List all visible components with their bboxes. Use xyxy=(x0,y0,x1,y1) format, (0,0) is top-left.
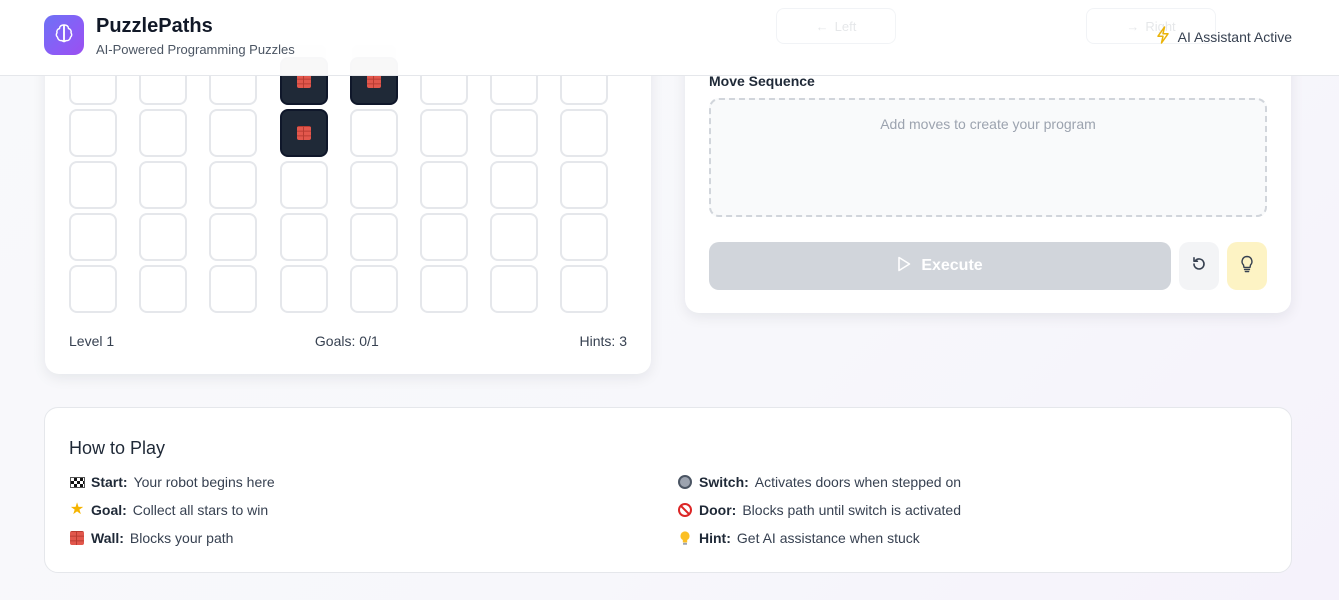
switch-icon xyxy=(677,474,693,490)
grid-cell[interactable] xyxy=(420,265,468,313)
grid-cell[interactable] xyxy=(490,109,539,157)
legend-switch: Switch: Activates doors when stepped on xyxy=(677,474,961,490)
goals-counter: Goals: 0/1 xyxy=(314,333,379,349)
brick-icon xyxy=(69,530,85,546)
grid-cell[interactable] xyxy=(349,161,398,209)
grid-cell[interactable] xyxy=(560,161,609,209)
lightning-bolt-icon xyxy=(1156,26,1170,47)
app-header: ← Left → Right PuzzlePaths AI-Powered Pr… xyxy=(0,0,1339,76)
grid-cell[interactable] xyxy=(560,265,609,313)
grid-cell[interactable] xyxy=(279,161,328,209)
arrow-right-icon: → xyxy=(1126,18,1140,34)
grid-cell[interactable] xyxy=(139,109,188,157)
grid-cell[interactable] xyxy=(490,213,539,261)
grid-cell[interactable] xyxy=(139,265,188,313)
app-title: PuzzlePaths xyxy=(96,15,213,37)
ai-status-text: AI Assistant Active xyxy=(1177,28,1292,45)
legend-hint: Hint: Get AI assistance when stuck xyxy=(677,530,920,546)
reset-button[interactable] xyxy=(1179,242,1219,290)
grid-cell[interactable] xyxy=(420,213,468,261)
grid-cell[interactable] xyxy=(349,213,398,261)
grid-cell[interactable] xyxy=(279,213,328,261)
grid-cell[interactable] xyxy=(69,213,117,261)
star-icon: ★ xyxy=(69,501,85,518)
move-sequence-dropzone[interactable]: Add moves to create your program xyxy=(709,98,1267,217)
grid-cell[interactable] xyxy=(420,161,468,209)
grid-cell[interactable] xyxy=(560,213,609,261)
grid-cell[interactable] xyxy=(69,161,117,209)
grid-cell[interactable] xyxy=(139,213,188,261)
arrow-left-icon: ← xyxy=(815,18,829,34)
brick-icon xyxy=(296,126,311,140)
move-sequence-placeholder: Add moves to create your program xyxy=(880,116,1096,132)
hints-counter: Hints: 3 xyxy=(579,333,627,349)
no-entry-icon xyxy=(677,502,693,518)
grid-cell[interactable] xyxy=(139,161,188,209)
play-icon xyxy=(897,256,911,277)
grid-cell[interactable] xyxy=(560,109,609,157)
execute-label: Execute xyxy=(921,257,983,274)
level-indicator: Level 1 xyxy=(69,333,115,349)
grid-cell[interactable] xyxy=(69,265,117,313)
how-to-play-title: How to Play xyxy=(69,438,166,458)
move-left-button: ← Left xyxy=(776,8,896,44)
brick-icon xyxy=(296,74,311,88)
lightbulb-icon xyxy=(677,530,693,546)
grid-cell[interactable] xyxy=(209,265,258,313)
board-footer: Level 1 Goals: 0/1 Hints: 3 xyxy=(69,333,627,349)
grid-cell[interactable] xyxy=(209,161,258,209)
grid-cell[interactable] xyxy=(69,109,117,157)
checkered-flag-icon xyxy=(69,474,85,490)
grid-cell[interactable] xyxy=(420,109,468,157)
grid-cell[interactable] xyxy=(209,109,258,157)
lightbulb-icon xyxy=(1240,255,1254,278)
ai-assistant-status: AI Assistant Active xyxy=(1156,26,1292,47)
legend-wall: Wall: Blocks your path xyxy=(69,530,233,546)
execute-button[interactable]: Execute xyxy=(709,242,1171,290)
grid-cell[interactable] xyxy=(349,109,398,157)
app-logo[interactable] xyxy=(44,15,84,55)
hint-button[interactable] xyxy=(1227,242,1267,290)
reset-icon xyxy=(1191,256,1207,277)
app-subtitle: AI-Powered Programming Puzzles xyxy=(96,42,295,57)
grid-cell[interactable] xyxy=(490,265,539,313)
grid-cell[interactable] xyxy=(349,265,398,313)
grid-cell[interactable] xyxy=(490,161,539,209)
legend-goal: ★ Goal: Collect all stars to win xyxy=(69,501,269,519)
how-to-play-card: How to Play Start: Your robot begins her… xyxy=(44,407,1292,573)
grid-cell[interactable] xyxy=(209,213,258,261)
legend-door: Door: Blocks path until switch is activa… xyxy=(677,502,961,518)
brick-icon xyxy=(366,74,381,88)
grid-cell-wall[interactable] xyxy=(279,109,328,157)
grid-cell[interactable] xyxy=(279,265,328,313)
legend-start: Start: Your robot begins here xyxy=(69,474,275,490)
brain-icon xyxy=(53,22,75,49)
